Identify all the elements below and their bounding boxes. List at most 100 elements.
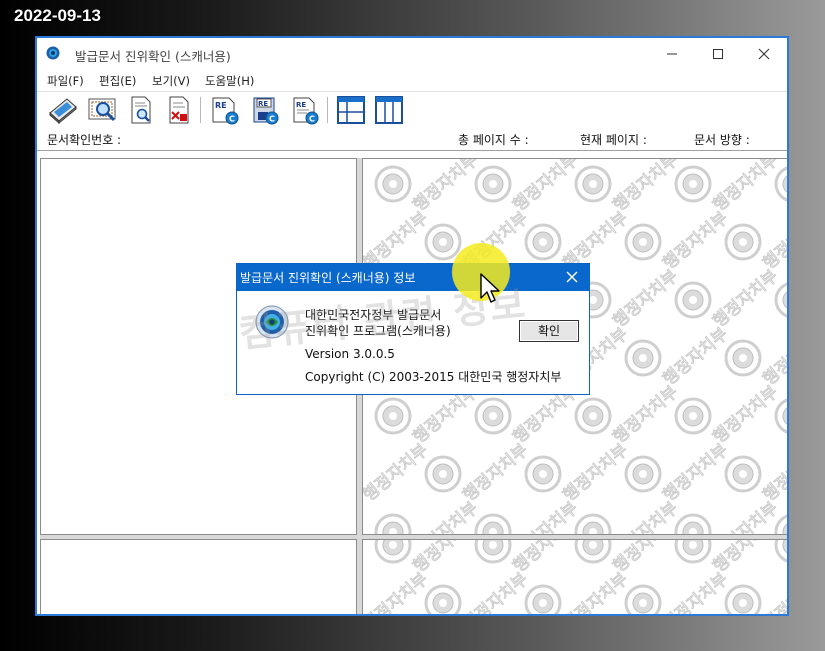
watermark-text: 행정자치부 xyxy=(709,159,782,216)
watermark-text: 행정자치부 xyxy=(759,569,788,615)
seal-watermark-icon xyxy=(724,455,762,493)
seal-watermark-icon xyxy=(524,455,562,493)
seal-watermark-icon xyxy=(574,165,612,203)
copyright-text: Copyright (C) 2003-2015 대한민국 행정자치부 xyxy=(305,370,562,384)
seal-watermark-icon xyxy=(474,513,512,534)
seal-watermark-icon xyxy=(474,165,512,203)
watermark-text: 행정자치부 xyxy=(659,324,732,390)
menu-bar: 파일(F) 편집(E) 보기(V) 도움말(H) xyxy=(37,70,787,90)
seal-watermark-icon xyxy=(774,166,787,202)
watermark-pattern: 행정자치부 행정자치부 행정자치부 행정자치부행정자치부 행정자치부 행정자치부 행정자치부… xyxy=(363,540,788,615)
layout-vertical-button[interactable] xyxy=(373,95,405,125)
menu-edit[interactable]: 편집(E) xyxy=(99,73,136,89)
title-bar[interactable]: 발급문서 진위확인 (스캐너용) xyxy=(37,38,787,70)
svg-text:C: C xyxy=(309,115,315,124)
toolbar-separator xyxy=(200,97,201,123)
watermark-text: 행정자치부 xyxy=(609,159,682,216)
window-title: 발급문서 진위확인 (스캐너용) xyxy=(75,49,231,64)
seal-watermark-icon xyxy=(574,540,612,564)
seal-watermark-icon xyxy=(774,282,787,318)
layout-vertical-icon xyxy=(375,96,403,124)
menu-file[interactable]: 파일(F) xyxy=(47,73,84,89)
layout-horizontal-button[interactable] xyxy=(335,95,367,125)
seal-watermark-icon xyxy=(474,540,512,564)
dialog-close-button[interactable] xyxy=(561,266,583,288)
seal-watermark-icon xyxy=(424,584,462,614)
maximize-button[interactable] xyxy=(695,38,741,70)
close-icon xyxy=(758,48,770,60)
seal-watermark-icon xyxy=(524,223,562,261)
svg-text:C: C xyxy=(229,115,235,124)
seal-watermark-icon xyxy=(674,165,712,203)
right-bottom-pane[interactable]: 행정자치부 행정자치부 행정자치부 행정자치부 행정자치부 행정자치부 행정자치부 행정자치부… xyxy=(362,539,788,615)
toolbar: RE C RE C RE C xyxy=(37,91,787,129)
document-delete-icon xyxy=(169,96,189,124)
seal-watermark-icon xyxy=(424,455,462,493)
watermark-text: 행정자치부 xyxy=(559,440,632,506)
date-stamp: 2022-09-13 xyxy=(14,6,101,25)
seal-watermark-icon xyxy=(374,513,412,534)
document-search-button[interactable] xyxy=(125,95,157,125)
seal-watermark-icon xyxy=(774,540,787,563)
watermark-text: 행정자치부 xyxy=(559,569,632,615)
svg-text:RE: RE xyxy=(215,101,227,110)
dialog-title: 발급문서 진위확인 (스캐너용) 정보 xyxy=(240,271,416,285)
re-save-c-icon: RE C xyxy=(253,97,279,125)
watermark-text: 행정자치부 xyxy=(659,208,732,274)
seal-watermark-icon xyxy=(674,281,712,319)
document-delete-button[interactable] xyxy=(163,95,195,125)
seal-watermark-icon xyxy=(624,455,662,493)
watermark-text: 행정자치부 xyxy=(459,569,532,615)
re-document-c-icon: RE C xyxy=(212,97,239,125)
seal-watermark-icon xyxy=(674,513,712,534)
scanner-icon xyxy=(49,98,77,125)
re-save-button[interactable]: RE C xyxy=(249,95,281,125)
re-document-button[interactable]: RE C xyxy=(209,95,241,125)
certificate-search-button[interactable] xyxy=(87,95,119,125)
watermark-text: 행정자치부 xyxy=(409,159,482,216)
scan-button[interactable] xyxy=(47,95,79,125)
seal-watermark-icon xyxy=(624,584,662,614)
seal-watermark-icon xyxy=(674,397,712,435)
seal-watermark-icon xyxy=(374,397,412,435)
seal-watermark-icon xyxy=(624,223,662,261)
layout-horizontal-icon xyxy=(337,96,365,124)
total-pages-label: 총 페이지 수 : xyxy=(458,133,529,147)
watermark-text: 행정자치부 xyxy=(759,208,788,274)
minimize-icon xyxy=(667,53,677,55)
svg-text:C: C xyxy=(269,115,275,124)
doc-number-label: 문서확인번호 : xyxy=(47,133,122,147)
mouse-pointer-icon xyxy=(480,273,500,303)
watermark-text: 행정자치부 xyxy=(709,382,782,448)
info-bar: 문서확인번호 : 총 페이지 수 : 현재 페이지 : 문서 방향 : xyxy=(37,128,787,151)
minimize-button[interactable] xyxy=(649,38,695,70)
seal-watermark-icon xyxy=(624,339,662,377)
seal-watermark-icon xyxy=(524,584,562,614)
watermark-text: 행정자치부 xyxy=(759,324,788,390)
watermark-text: 행정자치부 xyxy=(709,266,782,332)
certificate-search-icon xyxy=(88,98,116,122)
seal-watermark-icon xyxy=(774,398,787,434)
watermark-text: 행정자치부 xyxy=(659,569,732,615)
close-icon xyxy=(566,271,578,283)
menu-view[interactable]: 보기(V) xyxy=(152,73,190,89)
watermark-text: 행정자치부 xyxy=(363,440,432,506)
re-page-button[interactable]: RE C xyxy=(289,95,321,125)
watermark-text: 행정자치부 xyxy=(409,498,482,534)
watermark-text: 행정자치부 xyxy=(459,440,532,506)
current-page-label: 현재 페이지 : xyxy=(580,133,647,147)
watermark-text: 행정자치부 xyxy=(759,440,788,506)
seal-watermark-icon xyxy=(574,513,612,534)
seal-watermark-icon xyxy=(374,165,412,203)
watermark-text: 행정자치부 xyxy=(363,569,432,615)
watermark-text: 행정자치부 xyxy=(609,266,682,332)
seal-watermark-icon xyxy=(724,584,762,614)
menu-help[interactable]: 도움말(H) xyxy=(205,73,254,89)
close-button[interactable] xyxy=(741,38,787,70)
seal-watermark-icon xyxy=(374,540,412,564)
seal-watermark-icon xyxy=(674,540,712,564)
app-emblem-icon xyxy=(46,46,60,60)
watermark-text: 행정자치부 xyxy=(509,159,582,216)
re-page-c-icon: RE C xyxy=(293,97,319,125)
left-bottom-pane[interactable] xyxy=(40,539,357,614)
